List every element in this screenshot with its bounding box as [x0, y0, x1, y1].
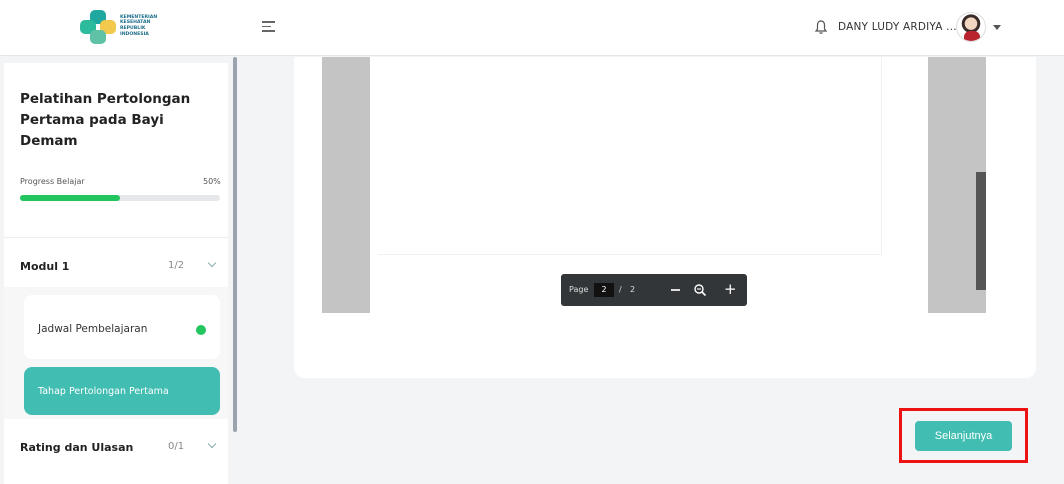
progress-fill: [20, 195, 120, 201]
pdf-toolbar: Page 2 / 2 +: [561, 274, 747, 306]
lesson-label: Jadwal Pembelajaran: [38, 323, 148, 335]
kemenkes-logo[interactable]: KEMENTERIAN KESEHATAN REPUBLIK INDONESIA: [80, 8, 157, 44]
pdf-scrollbar[interactable]: [976, 172, 986, 290]
progress-bar: [20, 195, 220, 201]
module-header[interactable]: Modul 1 1/2: [4, 237, 228, 281]
course-title: Pelatihan Pertolongan Pertama pada Bayi …: [20, 91, 191, 149]
lesson-item-active[interactable]: Tahap Pertolongan Pertama: [24, 367, 220, 415]
bell-icon[interactable]: [814, 19, 828, 35]
chevron-down-icon[interactable]: [207, 258, 217, 268]
module-label: Modul 1: [20, 260, 70, 273]
next-button[interactable]: Selanjutnya: [915, 421, 1012, 451]
lesson-item[interactable]: Jadwal Pembelajaran: [24, 295, 220, 359]
logo-text-line: INDONESIA: [120, 31, 149, 37]
logo-mark: [80, 8, 116, 44]
sidebar: Pelatihan Pertolongan Pertama pada Bayi …: [0, 57, 232, 484]
user-name[interactable]: DANY LUDY ARDIYA ...: [838, 21, 957, 33]
top-bar: KEMENTERIAN KESEHATAN REPUBLIK INDONESIA…: [0, 0, 1064, 56]
zoom-icon[interactable]: [693, 283, 707, 297]
avatar[interactable]: [956, 12, 986, 42]
sidebar-scrollbar[interactable]: [233, 57, 237, 432]
lesson-label: Tahap Pertolongan Pertama: [38, 386, 169, 397]
page-label: Page: [569, 285, 589, 294]
rating-label: Rating dan Ulasan: [20, 441, 134, 454]
page-total: 2: [630, 285, 636, 294]
progress-percent: 50%: [203, 177, 221, 186]
menu-icon[interactable]: [262, 21, 275, 33]
logo-text: KEMENTERIAN KESEHATAN REPUBLIK INDONESIA: [120, 15, 157, 37]
chevron-down-icon[interactable]: [207, 439, 217, 449]
pdf-page-content: [378, 57, 882, 255]
page-separator: /: [619, 285, 622, 294]
page-number-input[interactable]: 2: [594, 283, 614, 297]
zoom-out-icon[interactable]: [671, 289, 680, 291]
zoom-in-icon[interactable]: +: [724, 280, 737, 298]
rating-section[interactable]: Rating dan Ulasan 0/1: [4, 419, 228, 484]
module-items: Jadwal Pembelajaran Tahap Pertolongan Pe…: [4, 287, 228, 419]
check-icon: [196, 325, 206, 335]
chevron-down-icon[interactable]: [993, 25, 1001, 30]
progress-label: Progress Belajar: [20, 177, 85, 186]
rating-count: 0/1: [168, 441, 185, 452]
module-count: 1/2: [168, 260, 185, 271]
